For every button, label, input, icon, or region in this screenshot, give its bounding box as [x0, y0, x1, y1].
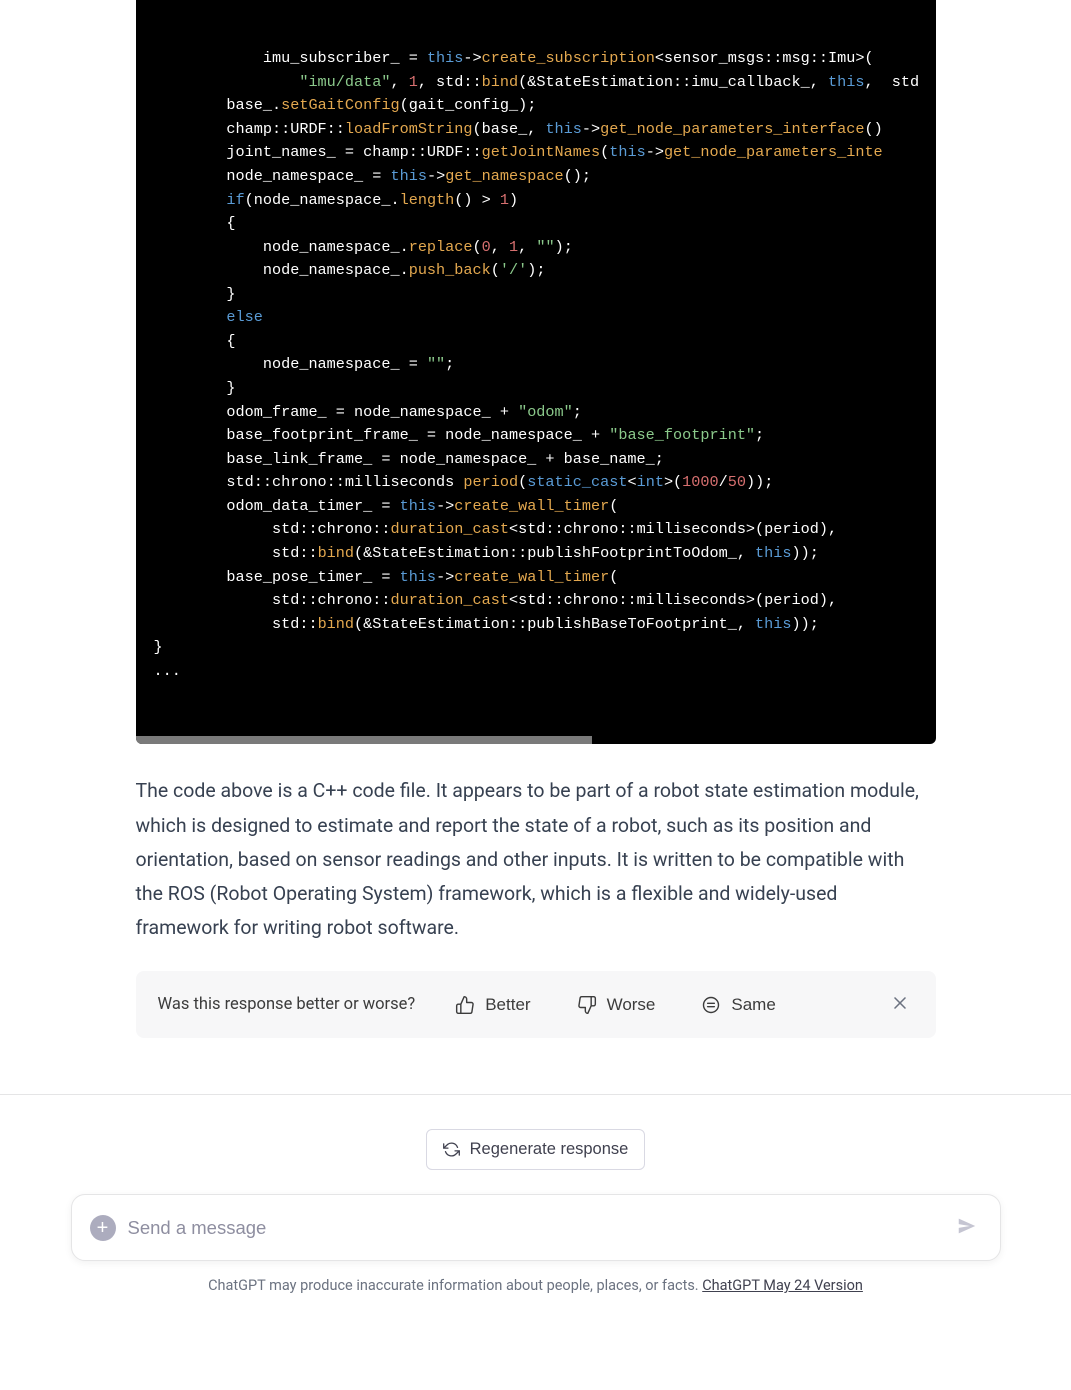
feedback-same-button[interactable]: Same — [695, 991, 781, 1019]
feedback-close-button[interactable] — [886, 989, 914, 1020]
thumbs-down-icon — [577, 995, 597, 1015]
refresh-icon — [443, 1141, 460, 1158]
feedback-same-label: Same — [731, 995, 775, 1015]
feedback-worse-button[interactable]: Worse — [571, 991, 662, 1019]
feedback-better-button[interactable]: Better — [449, 991, 536, 1019]
code-line: { — [154, 212, 918, 236]
code-block[interactable]: imu_subscriber_ = this->create_subscript… — [136, 0, 936, 744]
code-line: } — [154, 636, 918, 660]
code-line: base_.setGaitConfig(gait_config_); — [154, 94, 918, 118]
response-paragraph: The code above is a C++ code file. It ap… — [136, 774, 936, 945]
plus-icon: + — [97, 1218, 109, 1238]
code-line: std::chrono::duration_cast<std::chrono::… — [154, 518, 918, 542]
regenerate-label: Regenerate response — [470, 1140, 629, 1159]
code-line: std::chrono::milliseconds period(static_… — [154, 471, 918, 495]
thumbs-up-icon — [455, 995, 475, 1015]
code-line: joint_names_ = champ::URDF::getJointName… — [154, 141, 918, 165]
code-line: std::bind(&StateEstimation::publishBaseT… — [154, 613, 918, 637]
add-attachment-button[interactable]: + — [90, 1215, 116, 1241]
code-line: base_footprint_frame_ = node_namespace_ … — [154, 424, 918, 448]
code-line: node_namespace_.replace(0, 1, ""); — [154, 236, 918, 260]
feedback-better-label: Better — [485, 995, 530, 1015]
code-line: std::chrono::duration_cast<std::chrono::… — [154, 589, 918, 613]
code-line: node_namespace_ = ""; — [154, 353, 918, 377]
send-button[interactable] — [952, 1211, 982, 1244]
disclaimer: ChatGPT may produce inaccurate informati… — [208, 1277, 863, 1294]
feedback-worse-label: Worse — [607, 995, 656, 1015]
feedback-bar: Was this response better or worse? Bette… — [136, 971, 936, 1038]
code-line: ... — [154, 660, 918, 684]
code-line: { — [154, 330, 918, 354]
code-line: base_link_frame_ = node_namespace_ + bas… — [154, 448, 918, 472]
equals-icon — [701, 995, 721, 1015]
version-link[interactable]: ChatGPT May 24 Version — [702, 1277, 863, 1294]
code-line: } — [154, 283, 918, 307]
bottom-area: Regenerate response + ChatGPT may produc… — [0, 1094, 1071, 1316]
code-line: else — [154, 306, 918, 330]
close-icon — [890, 993, 910, 1013]
code-line: if(node_namespace_.length() > 1) — [154, 189, 918, 213]
message-input-row: + — [71, 1194, 1001, 1261]
code-line: node_namespace_.push_back('/'); — [154, 259, 918, 283]
regenerate-button[interactable]: Regenerate response — [426, 1129, 646, 1170]
code-line: } — [154, 377, 918, 401]
feedback-question: Was this response better or worse? — [158, 995, 416, 1014]
code-line: node_namespace_ = this->get_namespace(); — [154, 165, 918, 189]
code-line: odom_frame_ = node_namespace_ + "odom"; — [154, 401, 918, 425]
disclaimer-text: ChatGPT may produce inaccurate informati… — [208, 1277, 702, 1294]
code-line: odom_data_timer_ = this->create_wall_tim… — [154, 495, 918, 519]
code-line: std::bind(&StateEstimation::publishFootp… — [154, 542, 918, 566]
code-line: champ::URDF::loadFromString(base_, this-… — [154, 118, 918, 142]
code-line: base_pose_timer_ = this->create_wall_tim… — [154, 566, 918, 590]
code-line: "imu/data", 1, std::bind(&StateEstimatio… — [154, 71, 918, 95]
send-icon — [956, 1215, 978, 1237]
code-line: imu_subscriber_ = this->create_subscript… — [154, 47, 918, 71]
message-input[interactable] — [116, 1217, 952, 1239]
horizontal-scrollbar[interactable] — [136, 736, 592, 744]
